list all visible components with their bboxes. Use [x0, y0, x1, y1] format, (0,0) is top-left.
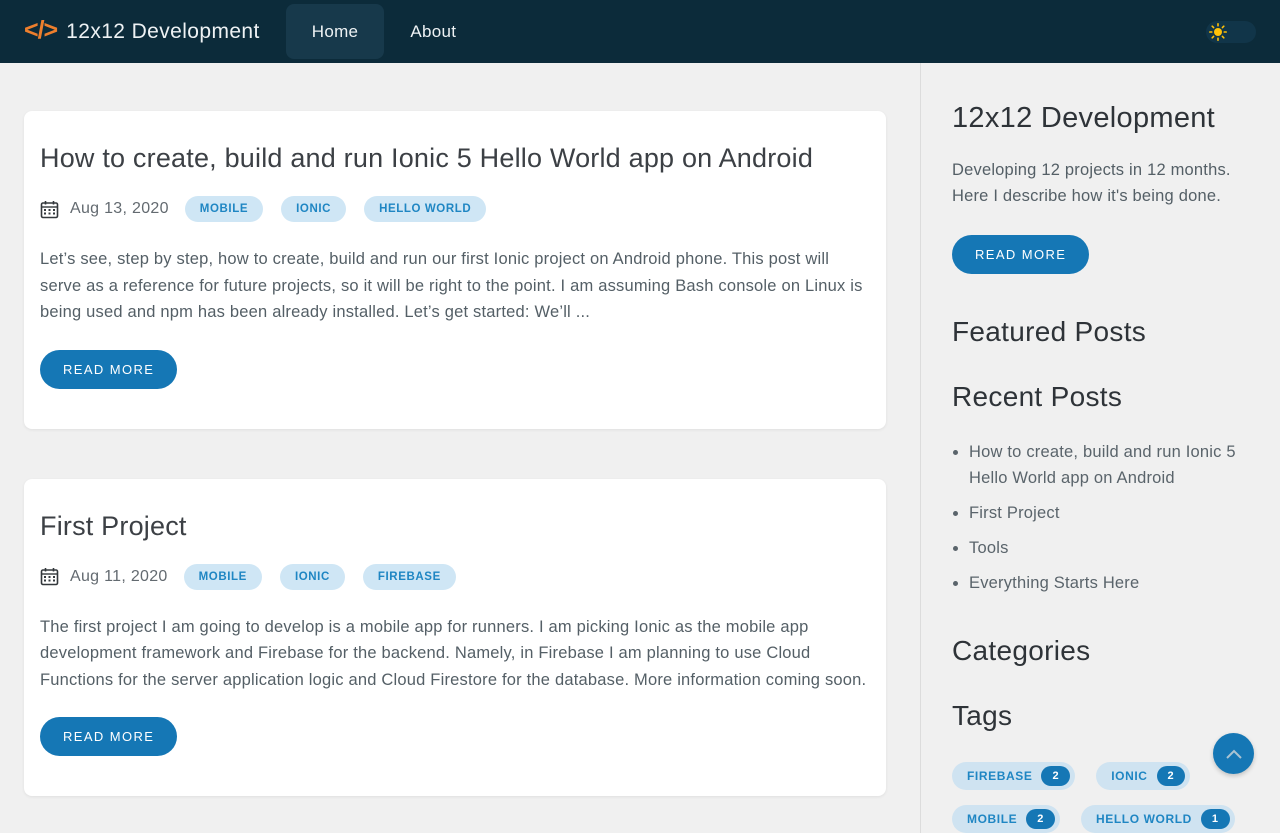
- tag-pill[interactable]: MOBILE: [185, 196, 263, 222]
- tags-heading: Tags: [952, 700, 1256, 732]
- tag-label: MOBILE: [967, 812, 1017, 826]
- sun-icon: [1209, 23, 1227, 41]
- post-excerpt: Let’s see, step by step, how to create, …: [40, 246, 870, 326]
- tag-ionic[interactable]: IONIC 2: [1096, 762, 1190, 790]
- tag-pill[interactable]: HELLO WORLD: [364, 196, 486, 222]
- sidebar-read-more-button[interactable]: READ MORE: [952, 235, 1089, 274]
- nav-item-home[interactable]: Home: [286, 4, 385, 59]
- post-tag-list: MOBILE IONIC HELLO WORLD: [185, 196, 486, 222]
- tag-count-badge: 2: [1026, 809, 1055, 829]
- calendar-icon: [40, 567, 59, 586]
- post-card: How to create, build and run Ionic 5 Hel…: [24, 111, 886, 429]
- recent-posts-list: How to create, build and run Ionic 5 Hel…: [952, 439, 1256, 596]
- scroll-to-top-button[interactable]: [1213, 733, 1254, 774]
- post-date-label: Aug 11, 2020: [70, 568, 168, 586]
- tag-firebase[interactable]: FIREBASE 2: [952, 762, 1075, 790]
- theme-toggle[interactable]: [1206, 21, 1256, 43]
- post-title[interactable]: First Project: [40, 509, 870, 544]
- tag-pill[interactable]: IONIC: [281, 196, 346, 222]
- chevron-up-icon: [1224, 747, 1244, 761]
- post-tag-list: MOBILE IONIC FIREBASE: [184, 564, 456, 590]
- post-card: First Project Aug 11, 2020: [24, 479, 886, 797]
- categories-heading: Categories: [952, 635, 1256, 667]
- main-column: How to create, build and run Ionic 5 Hel…: [0, 63, 920, 833]
- read-more-button[interactable]: READ MORE: [40, 350, 177, 389]
- featured-posts-heading: Featured Posts: [952, 316, 1256, 348]
- recent-post-link[interactable]: First Project: [969, 500, 1256, 526]
- post-meta: Aug 11, 2020 MOBILE IONIC FIREBASE: [40, 564, 870, 590]
- read-more-button[interactable]: READ MORE: [40, 717, 177, 756]
- recent-post-link[interactable]: Tools: [969, 535, 1256, 561]
- tag-label: HELLO WORLD: [1096, 812, 1192, 826]
- sidebar-title: 12x12 Development: [952, 102, 1256, 135]
- brand-title: 12x12 Development: [66, 20, 260, 44]
- code-logo-icon: </>: [24, 18, 57, 43]
- post-excerpt: The first project I am going to develop …: [40, 614, 870, 694]
- post-date-label: Aug 13, 2020: [70, 200, 169, 218]
- page-body: How to create, build and run Ionic 5 Hel…: [0, 63, 1280, 833]
- tag-count-badge: 1: [1201, 809, 1230, 829]
- tag-label: FIREBASE: [967, 769, 1032, 783]
- sidebar-description: Developing 12 projects in 12 months. Her…: [952, 157, 1256, 209]
- sidebar: 12x12 Development Developing 12 projects…: [920, 63, 1280, 833]
- post-date: Aug 13, 2020: [40, 200, 169, 219]
- tag-count-badge: 2: [1041, 766, 1070, 786]
- post-title[interactable]: How to create, build and run Ionic 5 Hel…: [40, 141, 870, 176]
- nav-links: Home About: [286, 0, 483, 63]
- tag-mobile[interactable]: MOBILE 2: [952, 805, 1060, 833]
- calendar-icon: [40, 200, 59, 219]
- tag-cloud: FIREBASE 2 IONIC 2 MOBILE 2 HELLO WORLD …: [952, 762, 1256, 833]
- post-date: Aug 11, 2020: [40, 567, 168, 586]
- navbar: </> 12x12 Development Home About: [0, 0, 1280, 63]
- tag-pill[interactable]: FIREBASE: [363, 564, 456, 590]
- recent-posts-heading: Recent Posts: [952, 381, 1256, 413]
- post-meta: Aug 13, 2020 MOBILE IONIC HELLO WORLD: [40, 196, 870, 222]
- brand[interactable]: </> 12x12 Development: [24, 19, 260, 44]
- tag-label: IONIC: [1111, 769, 1147, 783]
- recent-post-link[interactable]: How to create, build and run Ionic 5 Hel…: [969, 439, 1256, 491]
- tag-hello-world[interactable]: HELLO WORLD 1: [1081, 805, 1235, 833]
- recent-post-link[interactable]: Everything Starts Here: [969, 570, 1256, 596]
- tag-pill[interactable]: IONIC: [280, 564, 345, 590]
- nav-item-about[interactable]: About: [384, 4, 482, 59]
- tag-pill[interactable]: MOBILE: [184, 564, 262, 590]
- tag-count-badge: 2: [1157, 766, 1186, 786]
